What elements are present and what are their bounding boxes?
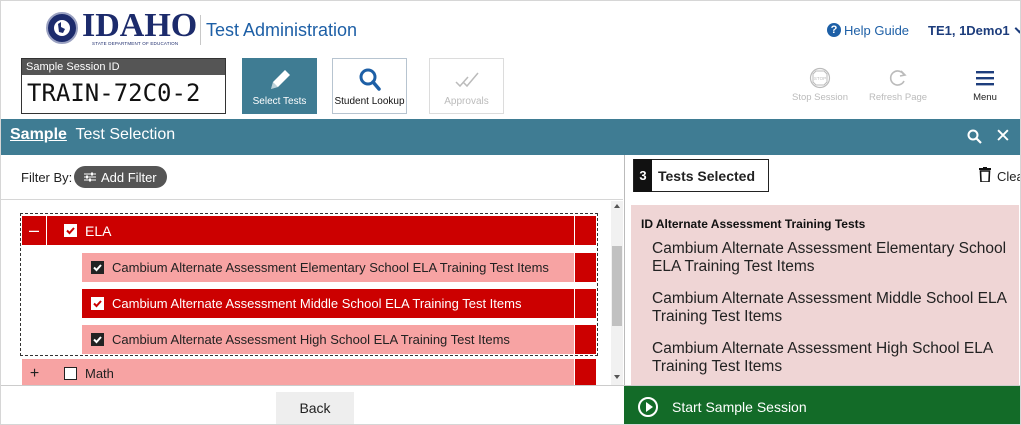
help-guide-label: Help Guide <box>844 22 910 38</box>
selected-group-title: ID Alternate Assessment Training Tests <box>641 217 866 231</box>
tree-scrollbar[interactable] <box>611 201 623 385</box>
student-lookup-label: Student Lookup <box>334 96 405 107</box>
tree-item-middle[interactable]: Cambium Alternate Assessment Middle Scho… <box>82 289 596 318</box>
back-label: Back <box>299 400 331 416</box>
double-check-icon <box>430 67 503 93</box>
clear-all-button[interactable]: Clear All <box>979 167 1020 185</box>
filter-sliders-icon <box>84 170 96 185</box>
page-title-text: Test Selection <box>75 126 176 143</box>
tree-group-math[interactable]: + Math <box>22 359 596 385</box>
idaho-logo: IDAHO STATE DEPARTMENT OF EDUCATION <box>46 7 198 49</box>
selected-test-item: Cambium Alternate Assessment High School… <box>652 340 993 375</box>
checkbox-unchecked-icon[interactable] <box>64 367 77 380</box>
svg-text:STOP: STOP <box>814 76 826 81</box>
user-menu[interactable]: TE1, 1Demo1 <box>928 23 1020 38</box>
menu-button[interactable]: Menu <box>955 64 1015 109</box>
title-bar: Sample Test Selection ✕ <box>1 119 1020 155</box>
tests-selected-label: Tests Selected <box>658 167 756 184</box>
stop-session-button[interactable]: STOP Stop Session <box>790 64 850 109</box>
trash-icon <box>979 167 991 185</box>
tree-group-label: ELA <box>85 222 112 239</box>
tree-item-label: Cambium Alternate Assessment Middle Scho… <box>112 296 522 311</box>
session-id-box: Sample Session ID TRAIN-72C0-2 <box>21 58 226 114</box>
page-title: Sample Test Selection <box>10 126 175 144</box>
scroll-up-arrow-icon[interactable] <box>614 204 620 208</box>
select-tests-button[interactable]: Select Tests <box>242 58 317 114</box>
logo-subtext: STATE DEPARTMENT OF EDUCATION <box>92 41 179 46</box>
collapse-icon[interactable]: – <box>22 216 47 245</box>
filter-by-label: Filter By: <box>21 170 73 185</box>
tree-group-label: Math <box>85 366 114 381</box>
sample-link[interactable]: Sample <box>10 126 67 143</box>
session-id-label: Sample Session ID <box>22 59 225 75</box>
selected-tests-panel: 3 Tests Selected Clear All ID Alternate … <box>624 155 1020 385</box>
play-icon <box>638 396 658 417</box>
checkbox-checked-icon[interactable] <box>64 224 77 237</box>
approvals-button[interactable]: Approvals <box>429 58 504 114</box>
add-filter-button[interactable]: Add Filter <box>74 166 167 188</box>
expand-icon[interactable]: + <box>22 365 47 383</box>
tree-item-high[interactable]: Cambium Alternate Assessment High School… <box>82 325 596 354</box>
refresh-page-button[interactable]: Refresh Page <box>868 64 928 109</box>
chevron-down-icon <box>1014 23 1020 34</box>
title-search-icon[interactable] <box>967 129 982 149</box>
select-tests-label: Select Tests <box>252 96 307 107</box>
checkbox-checked-icon[interactable] <box>91 333 104 346</box>
student-lookup-button[interactable]: Student Lookup <box>332 58 407 114</box>
hamburger-menu-icon <box>955 64 1015 92</box>
selected-tests-list: ID Alternate Assessment Training Tests C… <box>631 205 1019 385</box>
header: IDAHO STATE DEPARTMENT OF EDUCATION Test… <box>1 1 1020 53</box>
page: IDAHO STATE DEPARTMENT OF EDUCATION Test… <box>0 0 1021 425</box>
header-divider <box>200 15 201 45</box>
user-name: TE1, 1Demo1 <box>928 23 1010 38</box>
footer-bar: Back Start Sample Session <box>1 385 1020 424</box>
close-icon[interactable]: ✕ <box>995 125 1011 148</box>
checkbox-checked-icon[interactable] <box>91 261 104 274</box>
help-icon: ? <box>827 23 841 37</box>
row-end-cap <box>574 325 596 354</box>
refresh-icon <box>868 64 928 92</box>
selected-test-item: Cambium Alternate Assessment Elementary … <box>652 240 1007 275</box>
test-tree: – ELA Cambium Alternate Assessment Eleme… <box>1 201 623 385</box>
tree-group-ela[interactable]: – ELA <box>22 216 596 245</box>
search-icon <box>333 67 406 93</box>
stop-icon: STOP <box>790 64 850 92</box>
row-end-cap <box>574 253 596 282</box>
checkbox-checked-icon[interactable] <box>91 297 104 310</box>
add-filter-label: Add Filter <box>101 169 157 185</box>
logo-wordmark: IDAHO <box>82 7 198 44</box>
tree-item-label: Cambium Alternate Assessment Elementary … <box>112 260 549 275</box>
state-seal-icon <box>46 12 78 44</box>
app-title: Test Administration <box>206 20 358 40</box>
stop-session-label: Stop Session <box>792 92 848 103</box>
session-id-value: TRAIN-72C0-2 <box>27 79 201 107</box>
row-end-cap <box>574 216 596 245</box>
selected-test-item: Cambium Alternate Assessment Middle Scho… <box>652 290 1007 325</box>
row-end-cap <box>574 359 596 385</box>
pencil-icon <box>243 67 316 93</box>
scroll-down-arrow-icon[interactable] <box>614 375 620 379</box>
tree-item-elementary[interactable]: Cambium Alternate Assessment Elementary … <box>82 253 596 282</box>
clear-all-label: Clear All <box>997 168 1020 184</box>
scrollbar-thumb[interactable] <box>612 246 622 326</box>
row-end-cap <box>574 289 596 318</box>
menu-label: Menu <box>973 92 997 103</box>
filter-bar: Filter By: Add Filter <box>1 155 623 200</box>
help-guide-link[interactable]: ? Help Guide <box>827 22 909 38</box>
refresh-page-label: Refresh Page <box>868 92 928 103</box>
tests-selected-header: 3 Tests Selected <box>633 159 769 192</box>
approvals-label: Approvals <box>444 96 489 107</box>
selected-count-badge: 3 <box>634 159 652 192</box>
tree-item-label: Cambium Alternate Assessment High School… <box>112 332 510 347</box>
back-button[interactable]: Back <box>276 392 354 424</box>
start-sample-session-button[interactable]: Start Sample Session <box>624 386 1020 424</box>
start-label: Start Sample Session <box>672 398 807 415</box>
